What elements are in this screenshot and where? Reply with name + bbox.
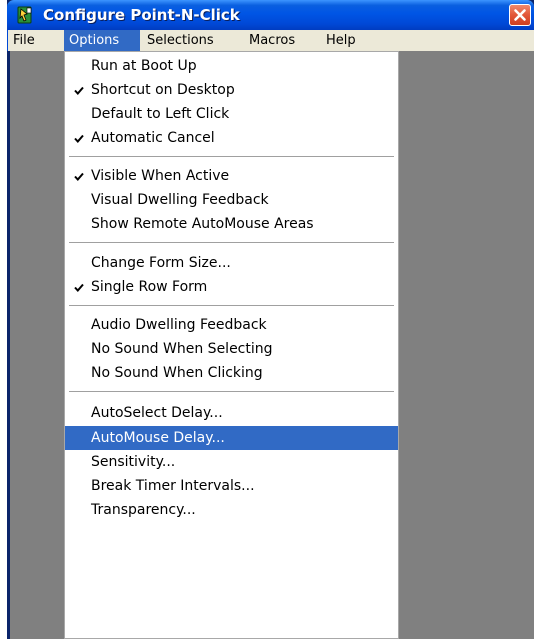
checkmark-icon: [74, 283, 84, 292]
menu-item-break-timer-intervals[interactable]: Break Timer Intervals...: [65, 474, 398, 498]
title-bar[interactable]: Configure Point-N-Click: [7, 0, 534, 30]
menu-item-show-remote-automouse-areas[interactable]: Show Remote AutoMouse Areas: [65, 212, 398, 236]
menu-item-label: Change Form Size...: [91, 255, 231, 271]
menu-item-visible-when-active[interactable]: Visible When Active: [65, 164, 398, 188]
menu-item-automouse-delay[interactable]: AutoMouse Delay...: [65, 426, 398, 450]
menu-item-label: No Sound When Clicking: [91, 365, 263, 381]
close-icon: [514, 9, 526, 21]
menu-item-label: Run at Boot Up: [91, 58, 197, 74]
checkmark-icon: [74, 86, 84, 95]
menu-item-default-to-left-click[interactable]: Default to Left Click: [65, 102, 398, 126]
menu-item-label: Visible When Active: [91, 168, 230, 184]
checkmark-icon: [74, 134, 84, 143]
menu-file[interactable]: File: [8, 30, 61, 51]
menu-separator: [69, 305, 394, 306]
app-icon: [17, 6, 32, 24]
menu-item-label: Automatic Cancel: [91, 130, 215, 146]
menu-item-autoselect-delay[interactable]: AutoSelect Delay...: [65, 401, 398, 425]
menu-item-no-sound-when-clicking[interactable]: No Sound When Clicking: [65, 361, 398, 385]
menu-item-label: Single Row Form: [91, 279, 208, 295]
menu-item-visual-dwelling-feedback[interactable]: Visual Dwelling Feedback: [65, 188, 398, 212]
menu-selections[interactable]: Selections: [142, 30, 239, 51]
menu-item-single-row-form[interactable]: Single Row Form: [65, 275, 398, 299]
menu-item-run-at-boot-up[interactable]: Run at Boot Up: [65, 54, 398, 78]
menu-macros[interactable]: Macros: [244, 30, 314, 51]
menu-item-label: AutoMouse Delay...: [91, 430, 225, 446]
menu-separator: [69, 242, 394, 243]
options-dropdown-menu: Run at Boot Up Shortcut on Desktop Defau…: [64, 51, 399, 639]
checkmark-icon: [74, 172, 84, 181]
menu-item-label: Shortcut on Desktop: [91, 82, 235, 98]
menu-item-change-form-size[interactable]: Change Form Size...: [65, 251, 398, 275]
menu-item-automatic-cancel[interactable]: Automatic Cancel: [65, 126, 398, 150]
window-title: Configure Point-N-Click: [43, 6, 240, 24]
menu-item-label: Show Remote AutoMouse Areas: [91, 216, 314, 232]
menu-item-label: Default to Left Click: [91, 106, 230, 122]
menu-item-label: No Sound When Selecting: [91, 341, 273, 357]
menu-item-label: Audio Dwelling Feedback: [91, 317, 267, 333]
menu-item-label: Sensitivity...: [91, 454, 176, 470]
menu-options[interactable]: Options: [64, 30, 140, 51]
menu-item-no-sound-when-selecting[interactable]: No Sound When Selecting: [65, 337, 398, 361]
menu-item-label: Break Timer Intervals...: [91, 478, 255, 494]
close-button[interactable]: [509, 4, 531, 26]
app-window: Configure Point-N-Click File Options Sel…: [7, 0, 534, 639]
menu-item-label: Transparency...: [91, 502, 196, 518]
menu-item-label: Visual Dwelling Feedback: [91, 192, 269, 208]
menu-bar: File Options Selections Macros Help: [7, 30, 534, 51]
menu-item-transparency[interactable]: Transparency...: [65, 498, 398, 522]
menu-item-audio-dwelling-feedback[interactable]: Audio Dwelling Feedback: [65, 313, 398, 337]
menu-separator: [69, 391, 394, 392]
menu-item-label: AutoSelect Delay...: [91, 405, 223, 421]
menu-separator: [69, 156, 394, 157]
menu-item-shortcut-on-desktop[interactable]: Shortcut on Desktop: [65, 78, 398, 102]
menu-help[interactable]: Help: [321, 30, 371, 51]
menu-item-sensitivity[interactable]: Sensitivity...: [65, 450, 398, 474]
